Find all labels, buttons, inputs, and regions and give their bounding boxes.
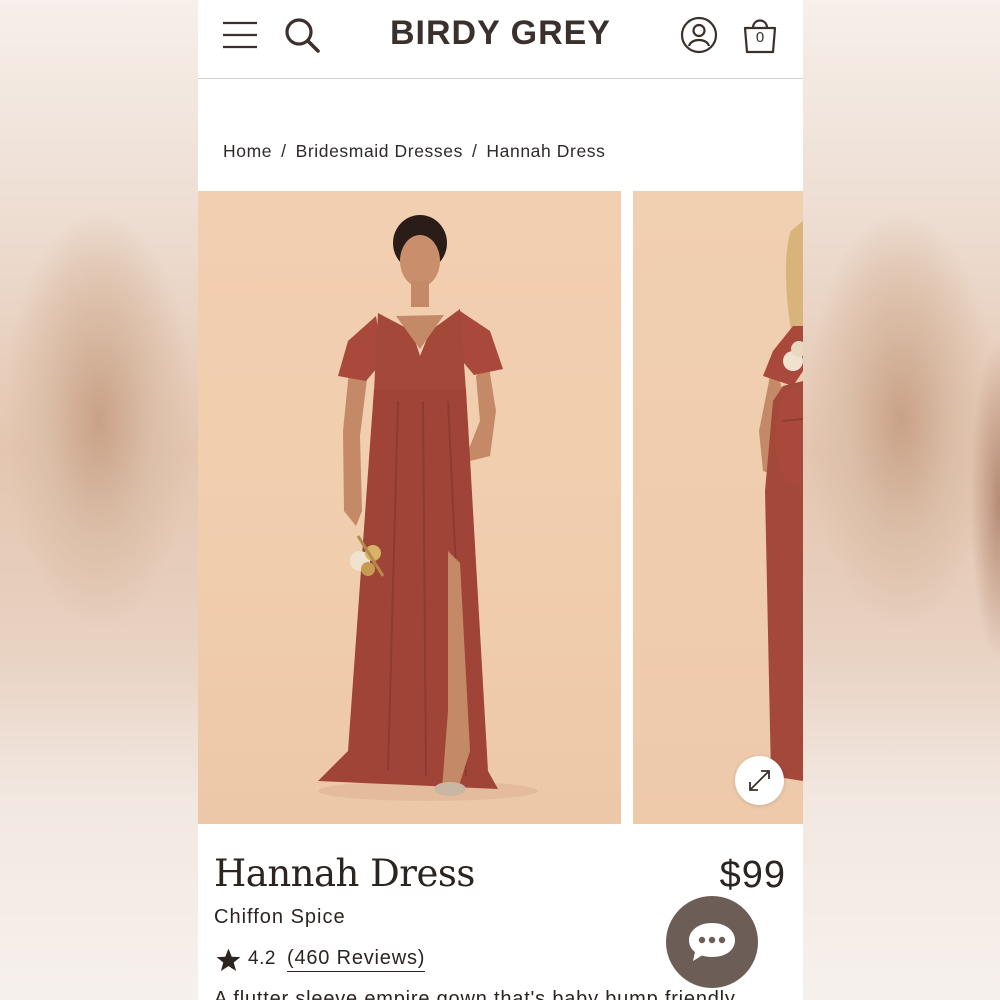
product-title: Hannah Dress [214,852,475,895]
brand-logo[interactable]: BIRDY GREY [348,14,653,53]
menu-icon[interactable] [222,20,258,50]
model-in-dress-illustration [318,215,538,801]
product-image-secondary[interactable] [633,191,803,824]
breadcrumb-bridesmaid-dresses[interactable]: Bridesmaid Dresses [296,141,463,161]
breadcrumb-separator: / [471,141,478,161]
breadcrumb: Home / Bridesmaid Dresses / Hannah Dress [223,141,605,162]
chat-bubble-icon [689,923,735,961]
blurred-backdrop-left [0,0,198,1000]
breadcrumb-separator: / [281,141,287,161]
model-in-dress-illustration-2 [759,221,803,781]
product-image-gallery[interactable] [198,191,803,824]
site-header: BIRDY GREY 0 [198,0,803,79]
product-description: A flutter sleeve empire gown that's baby… [214,988,736,1000]
reviews-link[interactable]: (460 Reviews) [287,947,426,972]
star-icon [216,948,241,972]
expand-image-button[interactable] [735,756,784,805]
account-icon[interactable] [680,16,718,54]
breadcrumb-current: Hannah Dress [486,141,606,161]
mobile-page: BIRDY GREY 0 Home / Bridesmaid Dresses / Han… [198,0,803,1000]
chat-button[interactable] [666,896,758,988]
product-price: $99 [719,854,786,896]
rating-value: 4.2 [248,948,276,969]
expand-arrows-icon [749,770,770,791]
cart-count-badge: 0 [755,29,765,46]
breadcrumb-home[interactable]: Home [223,141,272,161]
product-variant: Chiffon Spice [214,906,346,928]
search-icon[interactable] [283,16,321,54]
blurred-backdrop-right [803,0,1000,1000]
product-image-main[interactable] [198,191,621,824]
